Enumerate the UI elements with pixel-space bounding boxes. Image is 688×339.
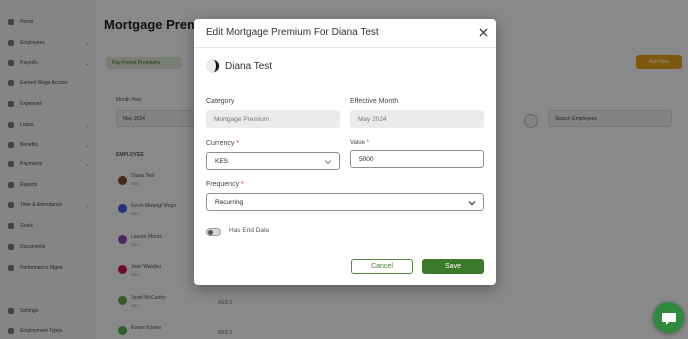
save-button[interactable]: Save — [422, 259, 484, 274]
close-button[interactable] — [476, 25, 490, 39]
required-mark: * — [236, 140, 240, 147]
close-icon — [478, 27, 488, 37]
employee-name: Diana Test — [225, 61, 273, 72]
effective-month-label: Effective Month — [350, 98, 399, 105]
currency-value: KES — [215, 157, 229, 165]
effective-month-field: May 2024 — [350, 110, 484, 128]
modal-header: Edit Mortgage Premium For Diana Test — [194, 19, 496, 48]
frequency-label: Frequency * — [206, 181, 244, 188]
cancel-button[interactable]: Cancel — [351, 259, 413, 274]
avatar — [206, 59, 220, 73]
frequency-select[interactable]: Recurring — [206, 193, 484, 211]
category-label: Category — [206, 98, 235, 105]
chat-button[interactable] — [653, 302, 684, 333]
frequency-value: Recurring — [215, 198, 244, 206]
toggle-knob — [208, 230, 213, 235]
value-label: Value * — [350, 140, 369, 146]
value-input[interactable]: 5000 — [350, 150, 484, 168]
required-mark: * — [241, 181, 244, 188]
edit-premium-modal: Edit Mortgage Premium For Diana Test Dia… — [194, 19, 496, 285]
currency-select[interactable]: KES — [206, 152, 340, 170]
chevron-down-icon — [324, 160, 332, 165]
category-field: Mortgage Premium — [206, 110, 340, 128]
has-end-date-label: Has End Date — [229, 227, 270, 234]
chevron-down-icon — [468, 201, 476, 206]
modal-title: Edit Mortgage Premium For Diana Test — [206, 27, 379, 38]
has-end-date-toggle[interactable] — [206, 228, 221, 236]
currency-label: Currency * — [206, 140, 240, 147]
required-mark: * — [366, 140, 369, 146]
chat-icon — [661, 312, 676, 325]
